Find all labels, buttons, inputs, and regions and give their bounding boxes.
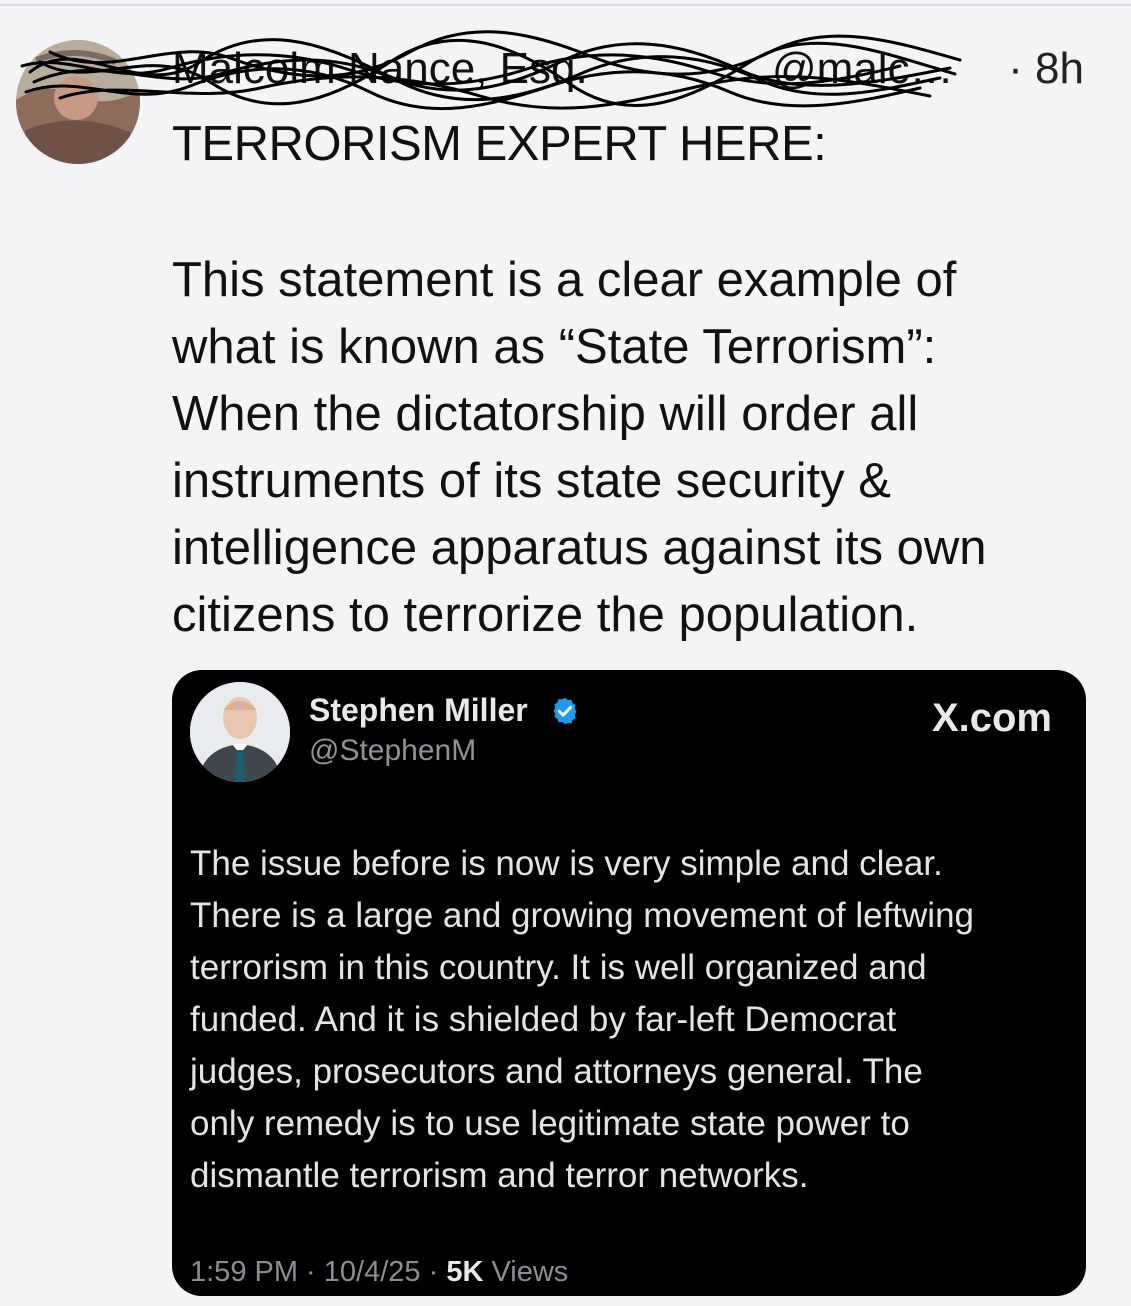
- tweet-date[interactable]: 10/4/25: [324, 1256, 421, 1288]
- author-name[interactable]: Malcolm Nance, Esq.: [172, 44, 588, 94]
- x-logo-icon[interactable]: X.com: [932, 696, 1052, 741]
- tweet-time[interactable]: 1:59 PM: [190, 1256, 298, 1288]
- embedded-tweet-line: only remedy is to use legitimate state p…: [190, 1104, 910, 1143]
- embedded-tweet-line: funded. And it is shielded by far-left D…: [190, 1000, 897, 1039]
- embedded-tweet-meta: 1:59 PM · 10/4/25 · 5K Views: [190, 1256, 568, 1289]
- embedded-tweet-line: judges, prosecutors and attorneys genera…: [190, 1052, 923, 1091]
- top-divider: [0, 4, 1131, 6]
- post-body-line: intelligence apparatus against its own: [172, 521, 987, 575]
- post-body-line: what is known as “State Terrorism”:: [172, 320, 937, 374]
- post-body-line: citizens to terrorize the population.: [172, 588, 919, 642]
- embedded-tweet-line: terrorism in this country. It is well or…: [190, 948, 927, 987]
- embedded-tweet-card[interactable]: Stephen Miller @StephenM X.com The issue…: [172, 670, 1086, 1296]
- embedded-tweet-line: The issue before is now is very simple a…: [190, 844, 943, 883]
- post-header: Malcolm Nance, Esq. @malc… · 8h: [172, 40, 1092, 100]
- embedded-tweet-text: The issue before is now is very simple a…: [190, 838, 1070, 1202]
- post-body-line: This statement is a clear example of: [172, 253, 957, 307]
- views-label: Views: [491, 1256, 569, 1288]
- post-body-line: instruments of its state security &: [172, 454, 891, 508]
- post-body: This statement is a clear example of wha…: [172, 247, 1092, 649]
- views-count: 5K: [446, 1256, 484, 1288]
- embedded-author-handle[interactable]: @StephenM: [309, 734, 476, 768]
- author-handle[interactable]: @malc…: [772, 44, 954, 94]
- verified-badge-icon: [553, 697, 577, 725]
- post-timestamp[interactable]: · 8h: [1008, 44, 1084, 94]
- post-heading: TERRORISM EXPERT HERE:: [172, 117, 827, 171]
- embedded-tweet-line: dismantle terrorism and terror networks.: [190, 1156, 809, 1195]
- embedded-author-name[interactable]: Stephen Miller: [309, 692, 528, 729]
- embedded-tweet-line: There is a large and growing movement of…: [190, 896, 975, 935]
- meta-separator: ·: [298, 1256, 324, 1288]
- post-body-line: When the dictatorship will order all: [172, 387, 919, 441]
- embedded-author-avatar[interactable]: [190, 682, 290, 782]
- meta-separator: ·: [420, 1256, 447, 1288]
- author-avatar[interactable]: [16, 40, 140, 164]
